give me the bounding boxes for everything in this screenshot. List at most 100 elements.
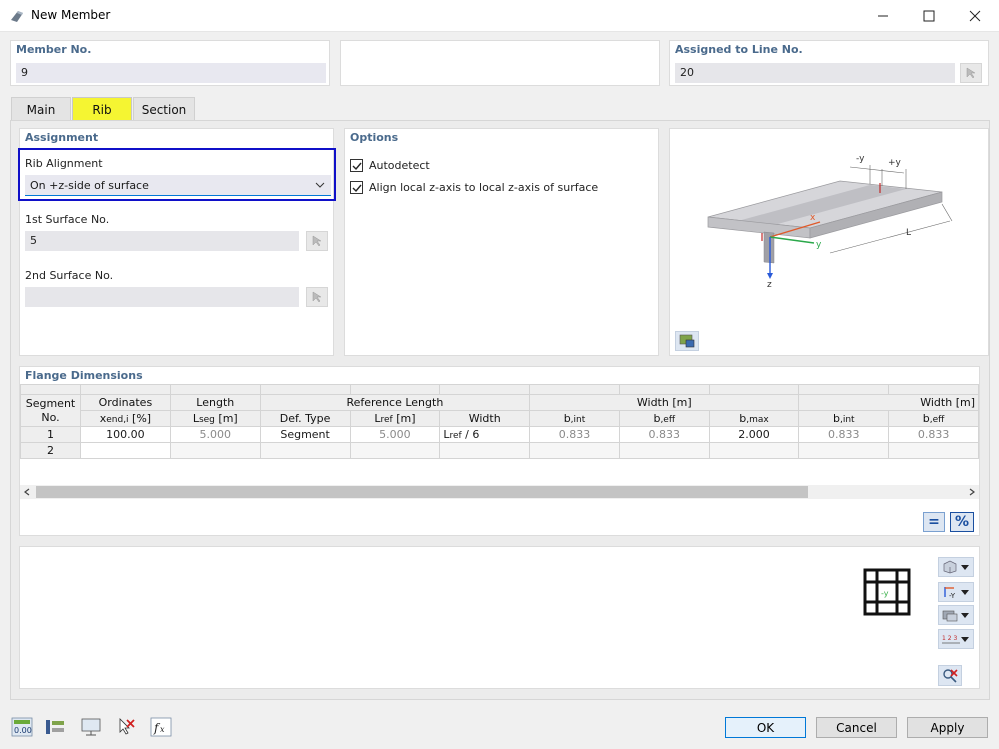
cursor-pick-icon	[966, 67, 976, 79]
numeric-value-icon: 0.00	[11, 717, 33, 737]
monitor-icon	[81, 718, 101, 736]
flange-title: Flange Dimensions	[25, 369, 143, 382]
value-display-button[interactable]: 0.00	[11, 716, 33, 738]
rib-alignment-select[interactable]: On +z-side of surface	[25, 175, 331, 196]
col-header-width-m: Width [m]	[529, 394, 800, 411]
surface1-input[interactable]: 5	[25, 231, 299, 251]
diagram-label-L: L	[906, 228, 911, 238]
surface2-label: 2nd Surface No.	[25, 269, 114, 282]
minimize-button[interactable]	[860, 0, 906, 31]
svg-text:-Y: -Y	[949, 592, 956, 599]
cursor-pick-icon	[312, 291, 322, 303]
title-bar	[0, 0, 999, 32]
view-3d-button[interactable]	[938, 557, 974, 577]
pick-line-button[interactable]	[960, 63, 982, 83]
diagram-panel: -y +y L x y z	[669, 128, 989, 356]
col-header-segment: Segment No.	[20, 394, 81, 427]
window-title: New Member	[31, 8, 111, 22]
numbering-button[interactable]: 1 2 3	[938, 629, 974, 649]
app-icon	[9, 8, 25, 24]
chevron-right-icon	[969, 488, 975, 496]
dropdown-arrow-icon	[961, 613, 969, 618]
pick-surface2-button[interactable]	[306, 287, 328, 307]
cell-width[interactable]: Lref / 6	[439, 426, 531, 443]
member-no-input[interactable]: 9	[16, 63, 326, 83]
cancel-button[interactable]: Cancel	[816, 717, 897, 738]
cell-b-eff: 0.833	[618, 426, 710, 443]
tab-rib[interactable]: Rib	[72, 97, 132, 121]
member-no-label: Member No.	[16, 43, 92, 56]
diagram-options-button[interactable]	[675, 331, 699, 351]
col-header-lseg: Lseg [m]	[169, 410, 261, 427]
col-header-b2-eff: b,eff	[888, 410, 979, 427]
cell-b2-eff	[888, 442, 979, 459]
absolute-units-button[interactable]: =	[923, 512, 945, 532]
tab-main[interactable]: Main	[11, 97, 71, 121]
delete-selection-button[interactable]	[115, 716, 137, 738]
diagram-label-y: y	[816, 240, 822, 250]
diagram-label-x: x	[810, 213, 816, 223]
assigned-line-label: Assigned to Line No.	[675, 43, 803, 56]
section-preview: -y	[863, 568, 911, 616]
maximize-button[interactable]	[906, 0, 952, 31]
dropdown-arrow-icon	[961, 590, 969, 595]
scrollbar-thumb[interactable]	[36, 486, 808, 498]
surface2-input[interactable]	[25, 287, 299, 307]
col-header-xend: xend,i [%]	[79, 410, 171, 427]
member-info-icon	[46, 720, 64, 734]
cell-x-end[interactable]	[79, 442, 171, 459]
cell-lref	[349, 442, 441, 459]
member-info-button[interactable]	[44, 716, 66, 738]
preview-panel: -y -Y 1 2 3	[19, 546, 980, 689]
col-header-lref: Lref [m]	[349, 410, 441, 427]
table-row[interactable]: 1 100.00 5.000 Segment 5.000 Lref / 6 0.…	[20, 426, 979, 443]
col-header-def-type: Def. Type	[259, 410, 351, 427]
diagram-label-plus-y: +y	[888, 158, 902, 168]
cell-x-end[interactable]: 100.00	[79, 426, 171, 443]
cell-def-type	[259, 442, 351, 459]
formula-button[interactable]: fx	[150, 716, 172, 738]
assignment-title: Assignment	[25, 131, 99, 144]
col-header-width-m-2: Width [m]	[798, 394, 979, 411]
chevron-left-icon	[24, 488, 30, 496]
autodetect-checkbox[interactable]	[350, 159, 363, 172]
horizontal-scrollbar[interactable]	[20, 485, 979, 499]
rib-diagram: -y +y L x y z	[707, 154, 953, 290]
view-direction-button[interactable]: -Y	[938, 582, 974, 602]
percent-units-button[interactable]: %	[950, 512, 974, 532]
close-button[interactable]	[952, 0, 998, 31]
reset-zoom-icon	[943, 668, 958, 683]
reset-view-button[interactable]	[938, 665, 962, 686]
diagram-label-minus-y: -y	[856, 154, 865, 164]
col-header-b2-int: b,int	[798, 410, 890, 427]
empty-header-panel	[340, 40, 660, 86]
flange-panel: Flange Dimensions Segment No. Ordinates L…	[19, 366, 980, 536]
view-member-button[interactable]	[80, 716, 102, 738]
table-row[interactable]: 2	[20, 442, 979, 459]
align-z-checkbox[interactable]	[350, 181, 363, 194]
tab-section[interactable]: Section	[133, 97, 195, 121]
check-icon	[352, 162, 362, 170]
svg-text:x: x	[160, 725, 165, 734]
formula-icon: fx	[150, 717, 172, 737]
image-settings-icon	[679, 334, 695, 348]
autodetect-label: Autodetect	[369, 159, 430, 172]
cell-b-max[interactable]: 2.000	[708, 426, 800, 443]
col-header-b-int: b,int	[529, 410, 620, 427]
section-axis-label: -y	[881, 589, 889, 598]
col-header-ordinates: Ordinates	[79, 394, 171, 411]
row-no: 2	[20, 442, 81, 459]
cell-def-type[interactable]: Segment	[259, 426, 351, 443]
axis-y-icon: -Y	[944, 587, 956, 599]
assigned-line-input[interactable]: 20	[675, 63, 955, 83]
pick-surface1-button[interactable]	[306, 231, 328, 251]
ok-button[interactable]: OK	[725, 717, 806, 738]
dropdown-arrow-icon	[961, 637, 969, 642]
cell-b-eff	[618, 442, 710, 459]
display-mode-button[interactable]	[938, 605, 974, 625]
rib-alignment-label: Rib Alignment	[25, 157, 103, 170]
cell-b-max	[708, 442, 800, 459]
cube-icon	[943, 560, 957, 574]
diagram-label-z: z	[767, 280, 772, 290]
apply-button[interactable]: Apply	[907, 717, 988, 738]
